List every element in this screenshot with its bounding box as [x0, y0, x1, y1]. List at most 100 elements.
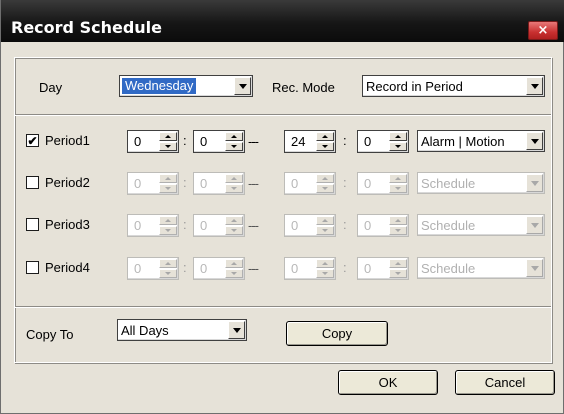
- close-button[interactable]: ×: [528, 21, 558, 40]
- period1-start-min[interactable]: 0: [193, 130, 245, 153]
- period3-end-hour-buttons[interactable]: [316, 216, 334, 235]
- copy-to-value: All Days: [121, 323, 169, 338]
- period1-start-hour-value: 0: [134, 134, 142, 149]
- period4-end-min-up-button[interactable]: [389, 259, 407, 268]
- period3-end-min-buttons[interactable]: [389, 216, 407, 235]
- period3-start-hour-buttons[interactable]: [159, 216, 177, 235]
- dialog-title: Record Schedule: [11, 18, 162, 37]
- period3-end-hour-up-button[interactable]: [316, 216, 334, 225]
- period3-checkbox[interactable]: [26, 218, 39, 231]
- period3-end-hour-down-button[interactable]: [316, 226, 334, 235]
- period1-end-hour-up-button[interactable]: [316, 132, 334, 141]
- period2-start-hour-up-button[interactable]: [159, 174, 177, 183]
- period1-start-min-buttons[interactable]: [225, 132, 243, 151]
- copy-to-select[interactable]: All Days: [117, 319, 247, 341]
- period2-type-dropdown-button[interactable]: [526, 174, 543, 192]
- period4-start-hour-up-button[interactable]: [159, 259, 177, 268]
- period2-end-min-buttons[interactable]: [389, 174, 407, 193]
- period4-start-min-up-button[interactable]: [225, 259, 243, 268]
- period3-type-value: Schedule: [421, 218, 476, 233]
- period1-start-hour[interactable]: 0: [127, 130, 179, 153]
- period4-end-min-buttons[interactable]: [389, 259, 407, 278]
- period2-end-min-up-button[interactable]: [389, 174, 407, 183]
- rec-mode-dropdown-button[interactable]: [526, 77, 543, 95]
- period4-start-min-down-button[interactable]: [225, 269, 243, 278]
- period4-end-min-down-button[interactable]: [389, 269, 407, 278]
- period2-start-min[interactable]: 0: [193, 172, 245, 195]
- period1-end-min-up-button[interactable]: [389, 132, 407, 141]
- period4-start-min-buttons[interactable]: [225, 259, 243, 278]
- period1-end-min-down-button[interactable]: [389, 142, 407, 151]
- period1-start-hour-down-button[interactable]: [159, 142, 177, 151]
- period3-start-hour[interactable]: 0: [127, 214, 179, 237]
- period3-start-min-down-button[interactable]: [225, 226, 243, 235]
- chevron-down-icon: [530, 265, 539, 271]
- period2-start-hour[interactable]: 0: [127, 172, 179, 195]
- period4-end-hour-up-button[interactable]: [316, 259, 334, 268]
- copy-to-dropdown-button[interactable]: [228, 321, 245, 339]
- period2-end-min-down-button[interactable]: [389, 184, 407, 193]
- period1-type-select[interactable]: Alarm | Motion: [417, 130, 545, 152]
- period3-start-min-buttons[interactable]: [225, 216, 243, 235]
- title-bar[interactable]: Record Schedule ×: [1, 0, 564, 42]
- period1-end-hour[interactable]: 24: [284, 130, 336, 153]
- period1-type-dropdown-button[interactable]: [526, 132, 543, 150]
- period1-end-min[interactable]: 0: [357, 130, 409, 153]
- period3-start-hour-up-button[interactable]: [159, 216, 177, 225]
- period1-end-hour-buttons[interactable]: [316, 132, 334, 151]
- period3-type-select[interactable]: Schedule: [417, 214, 545, 236]
- period1-checkbox[interactable]: ✔: [26, 134, 39, 147]
- period3-start-hour-down-button[interactable]: [159, 226, 177, 235]
- period2-start-min-buttons[interactable]: [225, 174, 243, 193]
- period3-label: Period3: [45, 217, 90, 232]
- period3-end-min[interactable]: 0: [357, 214, 409, 237]
- period3-end-hour[interactable]: 0: [284, 214, 336, 237]
- period4-type-select[interactable]: Schedule: [417, 257, 545, 279]
- period1-end-min-buttons[interactable]: [389, 132, 407, 151]
- period4-start-hour-down-button[interactable]: [159, 269, 177, 278]
- period2-end-hour-buttons[interactable]: [316, 174, 334, 193]
- period1-start-colon: :: [183, 133, 187, 148]
- period2-checkbox[interactable]: [26, 176, 39, 189]
- cancel-button[interactable]: Cancel: [455, 370, 555, 395]
- header-separator: [15, 114, 551, 116]
- day-select[interactable]: Wednesday: [119, 75, 253, 97]
- day-dropdown-button[interactable]: [234, 77, 251, 95]
- period3-end-min-down-button[interactable]: [389, 226, 407, 235]
- period4-end-hour[interactable]: 0: [284, 257, 336, 280]
- period1-start-min-up-button[interactable]: [225, 132, 243, 141]
- period1-end-hour-down-button[interactable]: [316, 142, 334, 151]
- period1-start-hour-up-button[interactable]: [159, 132, 177, 141]
- period4-checkbox[interactable]: [26, 261, 39, 274]
- period1-start-min-down-button[interactable]: [225, 142, 243, 151]
- period2-start-hour-down-button[interactable]: [159, 184, 177, 193]
- period2-type-select[interactable]: Schedule: [417, 172, 545, 194]
- period2-end-hour-up-button[interactable]: [316, 174, 334, 183]
- period2-start-min-down-button[interactable]: [225, 184, 243, 193]
- period3-start-min-up-button[interactable]: [225, 216, 243, 225]
- period2-end-min[interactable]: 0: [357, 172, 409, 195]
- spin-down-icon: [322, 272, 328, 275]
- period3-type-dropdown-button[interactable]: [526, 216, 543, 234]
- period4-end-min[interactable]: 0: [357, 257, 409, 280]
- spin-up-icon: [395, 135, 401, 138]
- period2-start-hour-buttons[interactable]: [159, 174, 177, 193]
- period3-start-min[interactable]: 0: [193, 214, 245, 237]
- ok-button[interactable]: OK: [338, 370, 438, 395]
- chevron-down-icon: [232, 327, 241, 333]
- period1-start-hour-buttons[interactable]: [159, 132, 177, 151]
- period2-end-hour[interactable]: 0: [284, 172, 336, 195]
- period2-end-hour-down-button[interactable]: [316, 184, 334, 193]
- period4-end-hour-buttons[interactable]: [316, 259, 334, 278]
- period4-start-min[interactable]: 0: [193, 257, 245, 280]
- period4-type-dropdown-button[interactable]: [526, 259, 543, 277]
- period3-end-min-up-button[interactable]: [389, 216, 407, 225]
- period4-start-hour[interactable]: 0: [127, 257, 179, 280]
- period4-start-hour-buttons[interactable]: [159, 259, 177, 278]
- period2-start-min-up-button[interactable]: [225, 174, 243, 183]
- period4-range-dash: ---: [248, 261, 259, 276]
- rec-mode-select[interactable]: Record in Period: [362, 75, 545, 97]
- copy-button[interactable]: Copy: [286, 321, 388, 346]
- period4-end-hour-down-button[interactable]: [316, 269, 334, 278]
- spin-down-icon: [395, 145, 401, 148]
